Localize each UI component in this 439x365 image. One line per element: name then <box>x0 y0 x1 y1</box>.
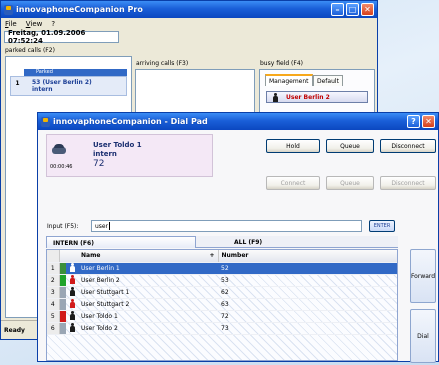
row-index: 1 <box>47 262 60 275</box>
busy-item-label: User Berlin 2 <box>286 93 330 101</box>
connect-button[interactable]: Connect <box>266 176 320 190</box>
queue-transfer-button[interactable]: Queue <box>326 176 374 190</box>
presence-indicator <box>59 262 66 275</box>
user-name: User Stuttgart 2 <box>78 298 218 311</box>
busy-field-label: busy field (F4) <box>260 60 303 67</box>
user-number: 53 <box>218 274 397 287</box>
user-list: Name + Number 1 User Berlin 1 52 2 User Berl… <box>46 249 398 361</box>
user-icon <box>69 274 75 284</box>
presence-indicator <box>59 298 66 311</box>
dial-pad-title: innovaphoneCompanion - Dial Pad <box>53 117 208 126</box>
parked-call-row[interactable]: 1 53 (User Berlin 2) intern <box>10 76 127 96</box>
tab-default[interactable]: Default <box>313 75 343 86</box>
maximize-icon[interactable]: □ <box>346 3 359 16</box>
row-index: 6 <box>47 322 60 335</box>
dial-input[interactable]: user <box>91 220 362 232</box>
table-row[interactable]: 6 User Toldo 2 73 <box>47 322 397 335</box>
row-index: 2 <box>47 274 60 287</box>
queue-button[interactable]: Queue <box>326 139 374 153</box>
user-icon <box>69 310 75 320</box>
user-icon <box>69 262 75 272</box>
status-text: Ready <box>4 326 25 334</box>
hold-button[interactable]: Hold <box>266 139 320 153</box>
sort-ascending-icon: + <box>209 252 215 260</box>
parked-header: Parked <box>24 69 127 76</box>
user-name: User Stuttgart 1 <box>78 286 218 299</box>
presence-indicator <box>59 322 66 335</box>
parked-row-index: 1 <box>15 80 20 87</box>
user-name: User Toldo 1 <box>78 310 218 323</box>
user-table-body: 1 User Berlin 1 52 2 User Berlin 2 53 3 User St… <box>47 262 397 335</box>
user-icon <box>69 322 75 332</box>
call-number: 72 <box>93 159 105 169</box>
app-logo-icon <box>4 4 13 15</box>
call-type: intern <box>93 150 117 158</box>
row-index: 4 <box>47 298 60 311</box>
input-label: Input (F5): <box>47 223 79 230</box>
dial-button[interactable]: Dial <box>410 309 436 363</box>
busy-item-user-berlin-2[interactable]: User Berlin 2 <box>266 91 368 103</box>
call-name: User Toldo 1 <box>93 141 142 149</box>
dial-pad-title-bar[interactable]: innovaphoneCompanion - Dial Pad ? ✕ <box>38 113 438 130</box>
main-title-bar[interactable]: innovaphoneCompanion Pro – □ ✕ <box>1 1 377 18</box>
person-icon <box>273 92 278 102</box>
help-icon[interactable]: ? <box>407 115 420 128</box>
app-logo-icon <box>41 116 50 127</box>
column-header-name-label: Name <box>81 252 101 260</box>
dial-pad-window: innovaphoneCompanion - Dial Pad ? ✕ 00:0… <box>37 112 439 363</box>
column-header-name[interactable]: Name + <box>78 250 219 263</box>
user-name: User Toldo 2 <box>78 322 218 335</box>
table-row[interactable]: 1 User Berlin 1 52 <box>47 262 397 275</box>
table-row[interactable]: 5 User Toldo 1 72 <box>47 310 397 323</box>
menu-file[interactable]: File <box>5 20 17 28</box>
row-index: 5 <box>47 310 60 323</box>
menu-help[interactable]: ? <box>51 20 55 28</box>
arriving-calls-label: arriving calls (F3) <box>136 60 189 67</box>
call-duration: 00:00:46 <box>50 164 73 170</box>
parked-row-type: intern <box>32 86 53 93</box>
user-icon <box>69 298 75 308</box>
presence-indicator <box>59 286 66 299</box>
table-header: Name + Number <box>47 250 397 263</box>
tab-intern[interactable]: INTERN (F6) <box>46 236 196 248</box>
forward-button[interactable]: Forward <box>410 249 436 303</box>
column-header-number-label: Number <box>221 252 249 260</box>
enter-button[interactable]: ENTER <box>369 220 395 232</box>
disconnect-transfer-button[interactable]: Disconnect <box>380 176 436 190</box>
user-number: 73 <box>218 322 397 335</box>
phone-icon <box>52 144 66 154</box>
dial-input-value: user <box>95 222 109 230</box>
parked-row-caller: 53 (User Berlin 2) <box>32 79 92 86</box>
table-row[interactable]: 2 User Berlin 2 53 <box>47 274 397 287</box>
user-name: User Berlin 1 <box>78 262 218 275</box>
menu-view[interactable]: View <box>26 20 43 28</box>
table-row[interactable]: 3 User Stuttgart 1 62 <box>47 286 397 299</box>
active-call-panel: 00:00:46 User Toldo 1 intern 72 <box>46 134 213 177</box>
user-number: 52 <box>218 262 397 275</box>
date-time-display: Freitag, 01.09.2006 07:52:24 <box>4 29 119 45</box>
user-table: Name + Number 1 User Berlin 1 52 2 User Berl… <box>47 250 397 335</box>
presence-indicator <box>59 274 66 287</box>
row-index: 3 <box>47 286 60 299</box>
column-header-number[interactable]: Number <box>218 250 397 263</box>
table-row[interactable]: 4 User Stuttgart 2 63 <box>47 298 397 311</box>
tab-strip: INTERN (F6) ALL (F9) <box>46 236 398 248</box>
tab-management[interactable]: Management <box>265 74 313 86</box>
main-window-title: innovaphoneCompanion Pro <box>16 5 143 14</box>
presence-indicator <box>59 310 66 323</box>
minimize-icon[interactable]: – <box>331 3 344 16</box>
parked-calls-label: parked calls (F2) <box>5 47 55 54</box>
tab-all[interactable]: ALL (F9) <box>234 236 262 246</box>
user-number: 63 <box>218 298 397 311</box>
close-icon[interactable]: ✕ <box>422 115 435 128</box>
user-icon <box>69 286 75 296</box>
user-number: 62 <box>218 286 397 299</box>
close-icon[interactable]: ✕ <box>361 3 374 16</box>
disconnect-button[interactable]: Disconnect <box>380 139 436 153</box>
user-number: 72 <box>218 310 397 323</box>
user-name: User Berlin 2 <box>78 274 218 287</box>
